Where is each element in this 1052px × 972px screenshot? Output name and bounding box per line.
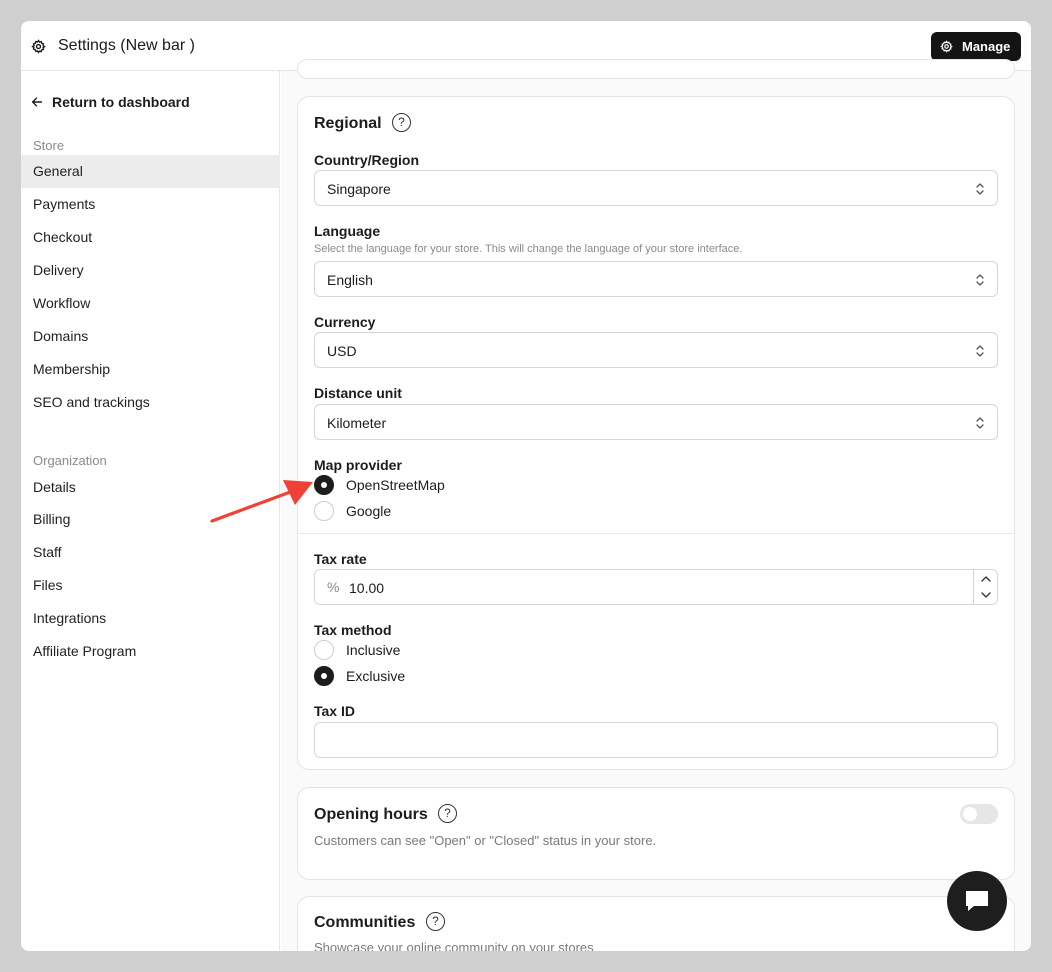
tax-id-label: Tax ID bbox=[314, 703, 355, 719]
number-spinner bbox=[973, 570, 997, 604]
opening-hours-card: Opening hours ? Customers can see "Open"… bbox=[297, 787, 1015, 880]
radio-label: Exclusive bbox=[346, 668, 406, 684]
tax-rate-value: 10.00 bbox=[349, 580, 385, 596]
toggle-knob bbox=[963, 807, 977, 821]
country-label: Country/Region bbox=[314, 152, 419, 168]
chat-button[interactable] bbox=[947, 871, 1007, 931]
tax-method-label: Tax method bbox=[314, 622, 392, 638]
opening-hours-description: Customers can see "Open" or "Closed" sta… bbox=[314, 833, 657, 848]
opening-hours-title: Opening hours bbox=[314, 806, 428, 823]
radio-label: OpenStreetMap bbox=[346, 477, 445, 493]
sidebar-item-membership[interactable]: Membership bbox=[21, 353, 280, 386]
radio-google[interactable]: Google bbox=[314, 501, 514, 523]
sidebar-item-checkout[interactable]: Checkout bbox=[21, 221, 280, 254]
regional-title: Regional bbox=[314, 115, 382, 132]
tax-rate-label: Tax rate bbox=[314, 551, 367, 567]
manage-button[interactable]: Manage bbox=[931, 32, 1021, 61]
chevron-updown-icon bbox=[976, 417, 984, 429]
sidebar: Return to dashboard Store General Paymen… bbox=[21, 71, 280, 951]
radio-dot bbox=[314, 501, 334, 521]
radio-inclusive[interactable]: Inclusive bbox=[314, 640, 514, 662]
distance-unit-label: Distance unit bbox=[314, 385, 402, 401]
radio-dot bbox=[314, 666, 334, 686]
currency-label: Currency bbox=[314, 314, 376, 330]
language-description: Select the language for your store. This… bbox=[314, 243, 743, 255]
radio-exclusive[interactable]: Exclusive bbox=[314, 666, 514, 688]
country-select[interactable]: Singapore bbox=[314, 170, 998, 206]
sidebar-item-seo[interactable]: SEO and trackings bbox=[21, 386, 280, 419]
radio-label: Inclusive bbox=[346, 642, 401, 658]
page-title: Settings (New bar ) bbox=[58, 37, 195, 54]
radio-dot bbox=[314, 640, 334, 660]
sidebar-item-files[interactable]: Files bbox=[21, 569, 280, 602]
main-content: Regional ? Country/Region Singapore Lang… bbox=[281, 59, 1031, 951]
divider bbox=[298, 533, 1014, 534]
arrow-left-icon bbox=[31, 97, 43, 107]
sidebar-item-workflow[interactable]: Workflow bbox=[21, 287, 280, 320]
sidebar-item-domains[interactable]: Domains bbox=[21, 320, 280, 353]
sidebar-item-general[interactable]: General bbox=[21, 155, 280, 188]
tax-rate-input[interactable]: % 10.00 bbox=[314, 569, 998, 605]
distance-unit-select[interactable]: Kilometer bbox=[314, 404, 998, 440]
gear-icon bbox=[940, 40, 953, 53]
chevron-up-icon[interactable] bbox=[980, 575, 992, 583]
map-provider-label: Map provider bbox=[314, 457, 402, 473]
settings-window: Settings (New bar ) Manage Return to das… bbox=[21, 21, 1031, 951]
chevron-down-icon[interactable] bbox=[980, 591, 992, 599]
manage-label: Manage bbox=[962, 39, 1011, 54]
communities-description: Showcase your online community on your s… bbox=[314, 940, 594, 951]
percent-prefix: % bbox=[327, 579, 340, 595]
currency-select[interactable]: USD bbox=[314, 332, 998, 368]
sidebar-item-integrations[interactable]: Integrations bbox=[21, 602, 280, 635]
sidebar-item-payments[interactable]: Payments bbox=[21, 188, 280, 221]
radio-openstreetmap[interactable]: OpenStreetMap bbox=[314, 475, 514, 497]
chevron-updown-icon bbox=[976, 345, 984, 357]
currency-value: USD bbox=[327, 343, 357, 359]
sidebar-item-staff[interactable]: Staff bbox=[21, 536, 280, 569]
communities-title: Communities bbox=[314, 914, 416, 931]
chevron-updown-icon bbox=[976, 274, 984, 286]
language-label: Language bbox=[314, 223, 381, 239]
help-icon[interactable]: ? bbox=[392, 113, 411, 132]
distance-unit-value: Kilometer bbox=[327, 415, 387, 431]
chat-bubble-icon bbox=[966, 891, 988, 911]
radio-dot bbox=[314, 475, 334, 495]
opening-hours-toggle[interactable] bbox=[960, 804, 998, 824]
language-select[interactable]: English bbox=[314, 261, 998, 297]
previous-card-bottom bbox=[297, 59, 1015, 79]
chevron-updown-icon bbox=[976, 183, 984, 195]
sidebar-item-delivery[interactable]: Delivery bbox=[21, 254, 280, 287]
regional-card: Regional ? Country/Region Singapore Lang… bbox=[297, 96, 1015, 770]
sidebar-item-affiliate-program[interactable]: Affiliate Program bbox=[21, 635, 280, 668]
help-icon[interactable]: ? bbox=[438, 804, 457, 823]
communities-card: Communities ? Showcase your online commu… bbox=[297, 896, 1015, 951]
sidebar-item-details[interactable]: Details bbox=[21, 471, 280, 504]
sidebar-item-billing[interactable]: Billing bbox=[21, 503, 280, 536]
section-label-store: Store bbox=[33, 138, 65, 153]
gear-icon bbox=[31, 39, 46, 54]
return-label: Return to dashboard bbox=[52, 94, 190, 110]
tax-id-input[interactable] bbox=[314, 722, 998, 758]
language-value: English bbox=[327, 272, 373, 288]
section-label-organization: Organization bbox=[33, 453, 107, 468]
country-value: Singapore bbox=[327, 181, 391, 197]
help-icon[interactable]: ? bbox=[426, 912, 445, 931]
radio-label: Google bbox=[346, 503, 392, 519]
